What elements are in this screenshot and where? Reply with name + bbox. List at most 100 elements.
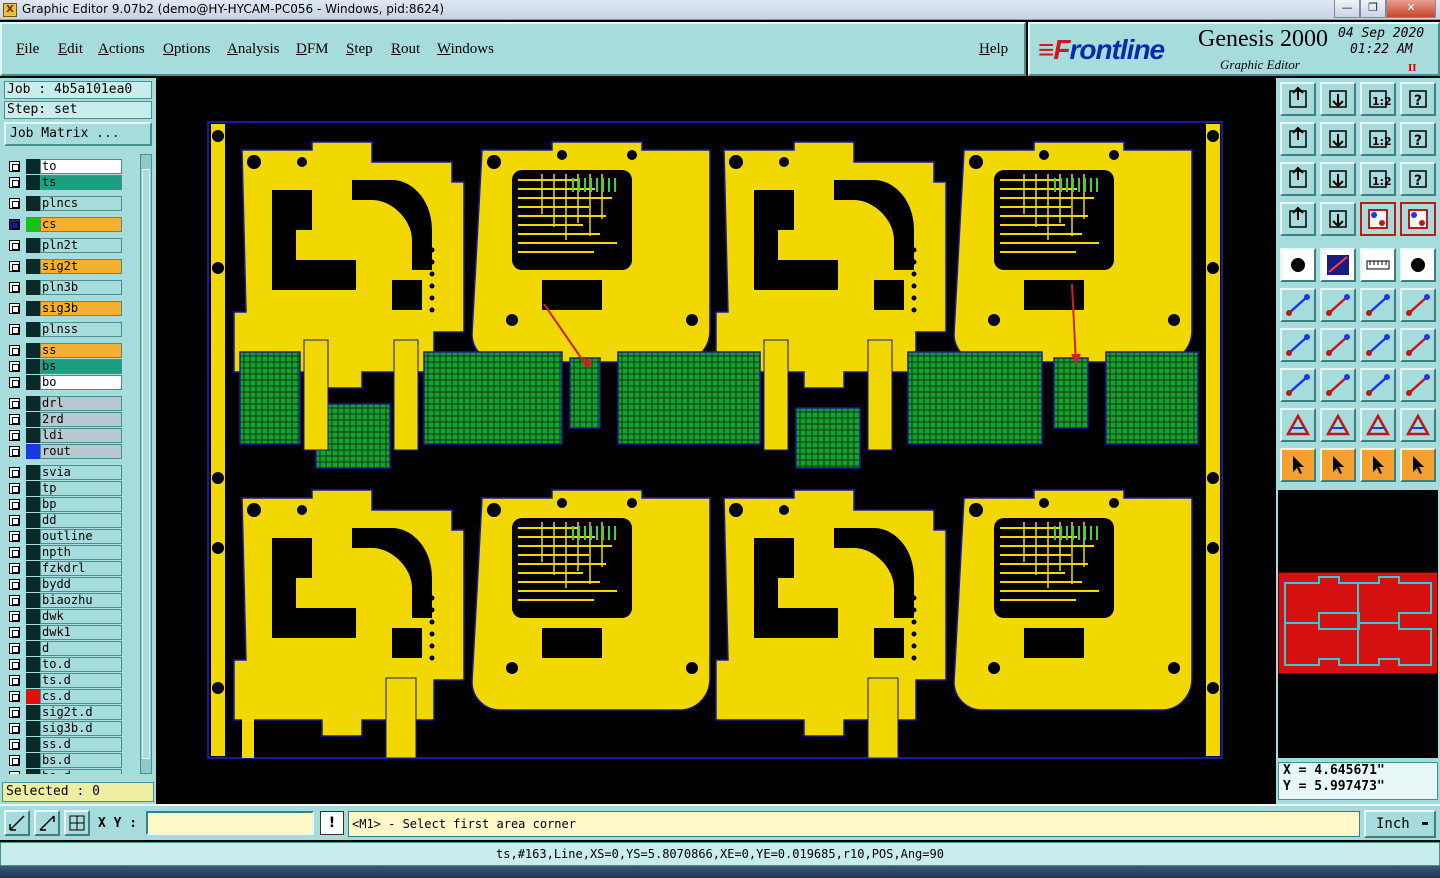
cross-button[interactable] [1320, 288, 1356, 322]
layer-color-swatch[interactable] [26, 529, 40, 544]
layer-row-tp[interactable]: tp [4, 481, 140, 496]
menu-edit[interactable]: Edit [58, 41, 83, 58]
layer-name[interactable]: dwk [40, 609, 122, 624]
layer-checkbox[interactable] [9, 739, 20, 750]
layer-color-swatch[interactable] [26, 737, 40, 752]
layer-checkbox[interactable] [9, 515, 20, 526]
layer-name[interactable]: cs [40, 217, 122, 232]
layer-color-swatch[interactable] [26, 159, 40, 174]
home-view-button[interactable]: 1:2 [1360, 82, 1396, 116]
layer-color-swatch[interactable] [26, 175, 40, 190]
line-button[interactable] [1320, 328, 1356, 362]
select-button[interactable] [1320, 448, 1356, 482]
layer-row-bo-d[interactable]: bo.d [4, 769, 140, 774]
layer-checkbox[interactable] [9, 675, 20, 686]
layer-row-npth[interactable]: npth [4, 545, 140, 560]
close-button[interactable]: ✕ [1386, 0, 1436, 18]
layer-scrollbar[interactable] [140, 154, 152, 774]
color-button[interactable] [1320, 248, 1356, 282]
pan-left-button[interactable] [1280, 122, 1316, 156]
graphic-canvas[interactable] [156, 78, 1276, 804]
pointer-button[interactable] [1280, 448, 1316, 482]
layer-row-bs[interactable]: bs [4, 359, 140, 374]
layer-row-drl[interactable]: drl [4, 396, 140, 411]
layer-name[interactable]: ss [40, 343, 122, 358]
layer-color-swatch[interactable] [26, 657, 40, 672]
measure-button[interactable] [1320, 202, 1356, 236]
layer-color-swatch[interactable] [26, 513, 40, 528]
layer-name[interactable]: svia [40, 465, 122, 480]
fill-button[interactable] [1280, 248, 1316, 282]
layer-row-svia[interactable]: svia [4, 465, 140, 480]
rotate-button[interactable] [1360, 328, 1396, 362]
pan-right-button[interactable] [1320, 122, 1356, 156]
layer-name[interactable]: plnss [40, 322, 122, 337]
layer-checkbox[interactable] [9, 430, 20, 441]
layer-color-swatch[interactable] [26, 217, 40, 232]
menu-dfm[interactable]: DFM [296, 41, 329, 58]
mirror-button[interactable] [1400, 328, 1436, 362]
layer-checkbox[interactable] [9, 345, 20, 356]
units-selector[interactable]: Inch ▬ [1364, 810, 1436, 838]
layer-row-ss[interactable]: ss [4, 343, 140, 358]
layer-row-plnss[interactable]: plnss [4, 322, 140, 337]
layer-row-bydd[interactable]: bydd [4, 577, 140, 592]
layer-row-pln3b[interactable]: pln3b [4, 280, 140, 295]
zoom-home-button[interactable] [1280, 82, 1316, 116]
layer-checkbox[interactable] [9, 707, 20, 718]
layer-checkbox[interactable] [9, 177, 20, 188]
layer-row-to[interactable]: to [4, 159, 140, 174]
layer-checkbox[interactable] [9, 483, 20, 494]
layer-row-plncs[interactable]: plncs [4, 196, 140, 211]
layer-color-swatch[interactable] [26, 465, 40, 480]
zoom-fit-button[interactable] [1320, 82, 1356, 116]
help-query-button[interactable]: ? [1400, 162, 1436, 196]
layer-row-ss-d[interactable]: ss.d [4, 737, 140, 752]
layer-row-biaozhu[interactable]: biaozhu [4, 593, 140, 608]
triangle-arrow-button[interactable] [1360, 408, 1396, 442]
layer-checkbox[interactable] [9, 563, 20, 574]
layer-name[interactable]: biaozhu [40, 593, 122, 608]
layer-checkbox[interactable] [9, 261, 20, 272]
layer-checkbox[interactable] [9, 414, 20, 425]
layer-checkbox[interactable] [9, 531, 20, 542]
layer-color-swatch[interactable] [26, 412, 40, 427]
settings-button[interactable] [1280, 202, 1316, 236]
snap-tool-button[interactable] [4, 810, 30, 836]
layer-name[interactable]: 2rd [40, 412, 122, 427]
menu-analysis[interactable]: Analysis [227, 41, 280, 58]
layer-name[interactable]: to.d [40, 657, 122, 672]
feature-button[interactable] [1280, 368, 1316, 402]
grid-tool-button[interactable] [64, 810, 90, 836]
layer-color-swatch[interactable] [26, 428, 40, 443]
layer-row-ts-d[interactable]: ts.d [4, 673, 140, 688]
pcb-panel-view[interactable] [156, 78, 1276, 804]
layer-checkbox[interactable] [9, 303, 20, 314]
layer-row-sig3b[interactable]: sig3b [4, 301, 140, 316]
layer-row-bs-d[interactable]: bs.d [4, 753, 140, 768]
layer-name[interactable]: sig2t [40, 259, 122, 274]
layer-checkbox[interactable] [9, 361, 20, 372]
triangle-measure-button[interactable] [1400, 408, 1436, 442]
layer-name[interactable]: fzkdrl [40, 561, 122, 576]
layer-name[interactable]: tp [40, 481, 122, 496]
layer-checkbox[interactable] [9, 659, 20, 670]
center-button[interactable] [1360, 368, 1396, 402]
layer-name[interactable]: to [40, 159, 122, 174]
layer-checkbox[interactable] [9, 161, 20, 172]
minimize-button[interactable]: — [1334, 0, 1360, 18]
layer-color-swatch[interactable] [26, 689, 40, 704]
layer-color-swatch[interactable] [26, 375, 40, 390]
layer-color-swatch[interactable] [26, 259, 40, 274]
layer-color-swatch[interactable] [26, 238, 40, 253]
layer-name[interactable]: ts.d [40, 673, 122, 688]
layer-name[interactable]: drl [40, 396, 122, 411]
layer-checkbox[interactable] [9, 723, 20, 734]
layer-row-dd[interactable]: dd [4, 513, 140, 528]
layer-color-swatch[interactable] [26, 481, 40, 496]
layer-row-sig3b-d[interactable]: sig3b.d [4, 721, 140, 736]
layer-row-cs-d[interactable]: cs.d [4, 689, 140, 704]
menu-actions[interactable]: Actions [98, 41, 145, 58]
layer-name[interactable]: bp [40, 497, 122, 512]
layer-checkbox[interactable] [9, 467, 20, 478]
